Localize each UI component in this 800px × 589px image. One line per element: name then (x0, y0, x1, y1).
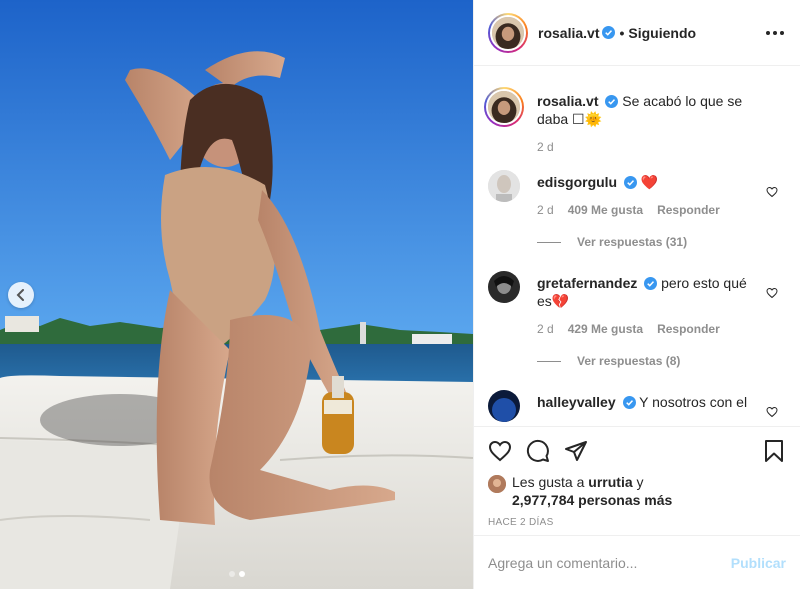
author-avatar[interactable] (488, 12, 528, 53)
post-photo[interactable] (0, 0, 473, 589)
instagram-post: rosalia.vt • Siguiendo rosalia.vt Se aca… (0, 0, 800, 589)
post-header: rosalia.vt • Siguiendo (474, 0, 800, 66)
post-actions: Les gusta a urrutia y 2,977,784 personas… (474, 426, 800, 528)
comments-list[interactable]: rosalia.vt Se acabó lo que se daba ☐🌞 2 … (474, 67, 800, 426)
carousel-dot (228, 571, 235, 577)
comment-item: halleyvalley Y nosotros con el (488, 390, 786, 422)
liker-username[interactable]: urrutia (588, 474, 632, 490)
commenter-avatar[interactable] (488, 271, 520, 303)
commenter-avatar[interactable] (488, 170, 520, 202)
avatar-image (492, 16, 524, 49)
caption-username[interactable]: rosalia.vt (537, 93, 598, 109)
likes-count[interactable]: 2,977,784 personas más (512, 492, 672, 508)
view-replies-label: Ver respuestas (8) (577, 354, 681, 368)
comment-item: edisgorgulu ❤️ 2 d 409 Me gusta Responde… (488, 170, 786, 249)
likes-summary[interactable]: Les gusta a urrutia y 2,977,784 personas… (488, 473, 786, 509)
chevron-left-icon (16, 289, 24, 301)
caption-time[interactable]: 2 d (537, 140, 554, 154)
verified-badge-icon (644, 277, 658, 290)
verified-badge-icon (605, 95, 619, 108)
more-options-icon[interactable] (764, 25, 786, 41)
comment-item: gretafernandez pero esto qué es💔 2 d 429… (488, 271, 786, 368)
like-comment-heart-icon[interactable] (766, 287, 778, 299)
comment-time[interactable]: 2 d (537, 322, 554, 336)
caption-emoji: ☐🌞 (572, 111, 603, 127)
caption-text: rosalia.vt Se acabó lo que se daba ☐🌞 (537, 92, 764, 128)
avatar-image (488, 91, 520, 123)
comment-text: ❤️ (640, 174, 659, 190)
liker-avatar (488, 475, 506, 493)
comment-input[interactable] (488, 554, 731, 571)
replies-divider (537, 241, 561, 243)
likes-prefix: Les gusta a (512, 474, 585, 490)
avatar-image (488, 390, 520, 422)
view-replies-label: Ver respuestas (31) (577, 235, 688, 249)
reply-button[interactable]: Responder (657, 322, 720, 336)
comment-likes[interactable]: 409 Me gusta (568, 203, 643, 217)
action-icons (488, 437, 786, 465)
author-username[interactable]: rosalia.vt (538, 25, 599, 41)
caption-avatar[interactable] (484, 87, 524, 127)
commenter-avatar[interactable] (488, 390, 520, 422)
add-comment-bar: Publicar (474, 535, 800, 589)
comment-likes[interactable]: 429 Me gusta (568, 322, 643, 336)
verified-badge-icon (602, 26, 616, 39)
save-bookmark-icon[interactable] (762, 439, 786, 463)
replies-divider (537, 360, 561, 362)
like-comment-heart-icon[interactable] (766, 406, 778, 418)
avatar-image (488, 271, 520, 303)
like-comment-heart-icon[interactable] (766, 186, 778, 198)
caption-meta: 2 d (537, 140, 764, 154)
comment-username[interactable]: edisgorgulu (537, 174, 617, 190)
like-heart-icon[interactable] (488, 439, 512, 463)
caption: rosalia.vt Se acabó lo que se daba ☐🌞 2 … (484, 87, 786, 154)
verified-badge-icon (622, 396, 636, 409)
share-paper-plane-icon[interactable] (564, 439, 588, 463)
post-side-panel: rosalia.vt • Siguiendo rosalia.vt Se aca… (473, 0, 800, 589)
reply-button[interactable]: Responder (657, 203, 720, 217)
view-replies-button[interactable]: Ver respuestas (8) (537, 354, 764, 368)
comment-username[interactable]: gretafernandez (537, 275, 637, 291)
publish-button[interactable]: Publicar (731, 555, 786, 571)
following-button[interactable]: Siguiendo (628, 25, 696, 41)
post-image (0, 0, 473, 589)
likes-conj: y (636, 474, 644, 490)
view-replies-button[interactable]: Ver respuestas (31) (537, 235, 764, 249)
post-time-ago[interactable]: HACE 2 DÍAS (488, 517, 786, 528)
comment-text: Y nosotros con el (639, 394, 748, 410)
comment-bubble-icon[interactable] (526, 439, 550, 463)
comment-username[interactable]: halleyvalley (537, 394, 616, 410)
carousel-dot-active (238, 571, 245, 577)
follow-separator: • (619, 24, 625, 41)
verified-badge-icon (624, 176, 638, 189)
carousel-indicator (0, 571, 473, 577)
carousel-prev-button[interactable] (8, 282, 34, 308)
comment-time[interactable]: 2 d (537, 203, 554, 217)
avatar-image (488, 170, 520, 202)
